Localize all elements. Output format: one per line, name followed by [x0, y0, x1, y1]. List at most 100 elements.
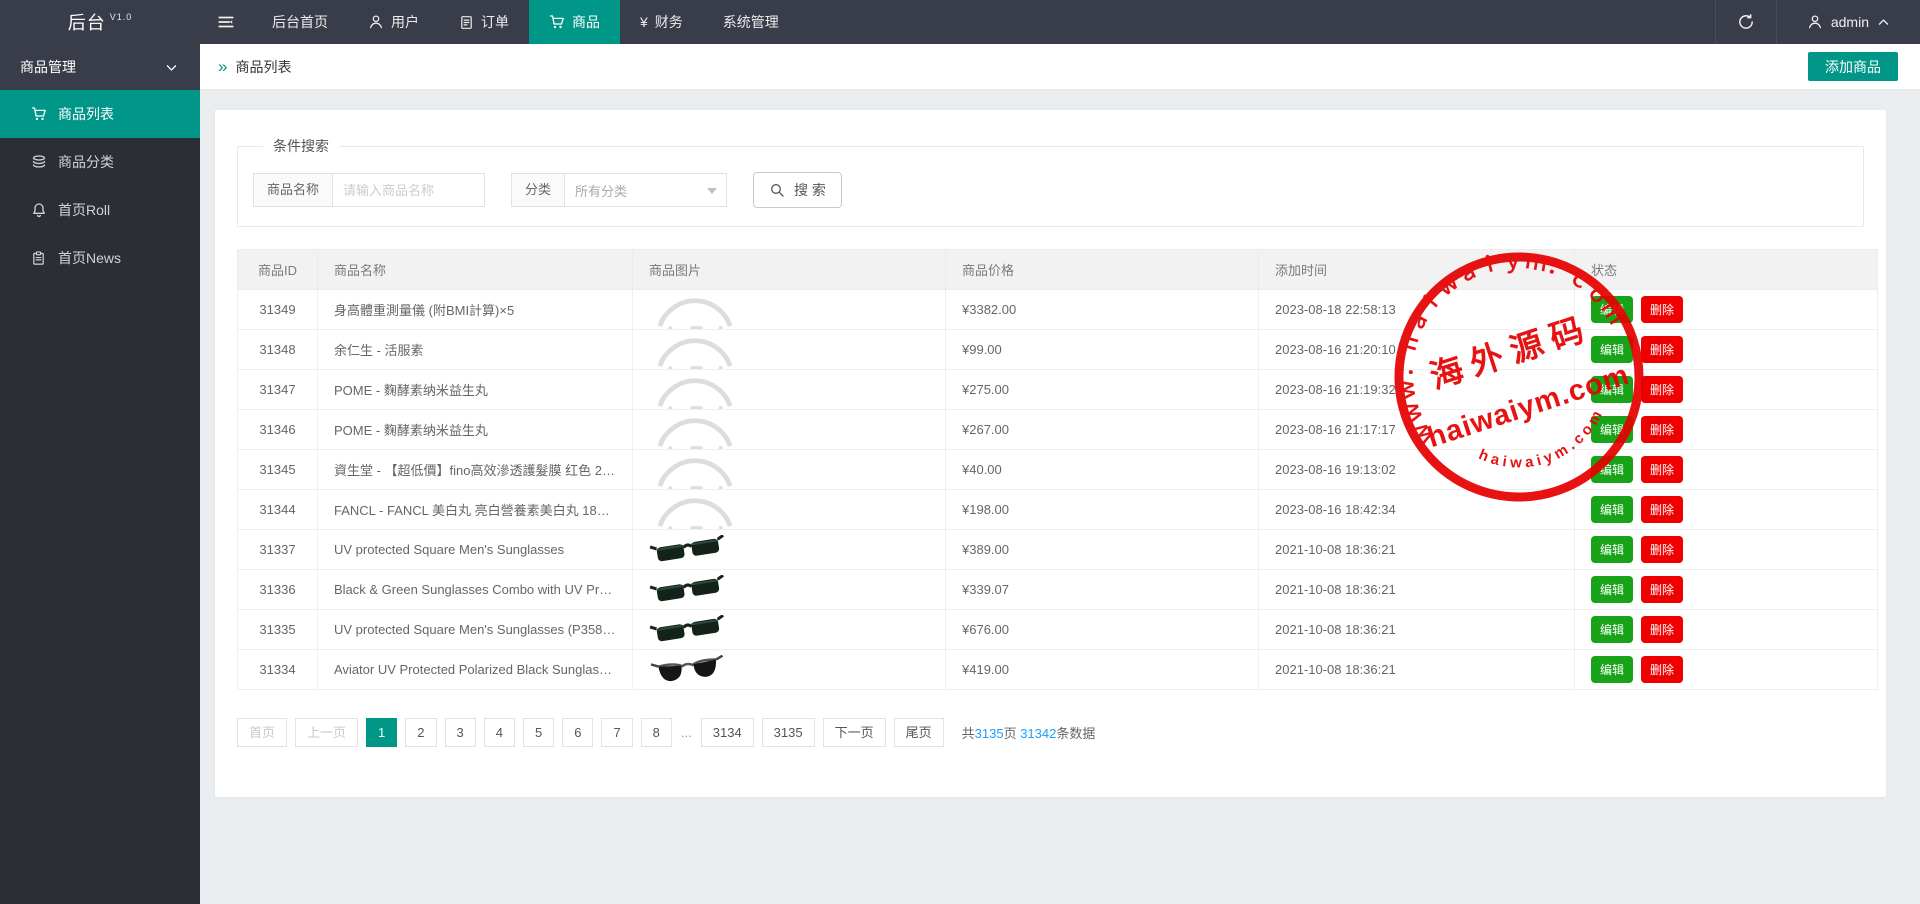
pagination-page-5[interactable]: 5	[523, 718, 554, 747]
top-navbar: 后台 V1.0 后台首页用户订单商品¥财务系统管理 admin	[0, 0, 1920, 44]
product-price: ¥99.00	[946, 330, 1259, 370]
delete-button[interactable]: 删除	[1641, 376, 1683, 403]
sidebar-group-goods-management[interactable]: 商品管理	[0, 44, 200, 90]
product-added-time: 2023-08-18 22:58:13	[1259, 290, 1575, 330]
product-actions: 编辑删除	[1575, 410, 1878, 450]
admin-menu[interactable]: admin	[1777, 0, 1920, 44]
layers-icon	[30, 154, 47, 170]
product-name-input[interactable]	[333, 173, 485, 207]
edit-button[interactable]: 编辑	[1591, 576, 1633, 603]
edit-button[interactable]: 编辑	[1591, 656, 1633, 683]
edit-button[interactable]: 编辑	[1591, 296, 1633, 323]
sidebar: 商品管理 商品列表商品分类首页Roll首页News	[0, 44, 200, 904]
pagination-page-3[interactable]: 3	[445, 718, 476, 747]
table-row: 31334Aviator UV Protected Polarized Blac…	[238, 650, 1878, 690]
delete-button[interactable]: 删除	[1641, 336, 1683, 363]
delete-button[interactable]: 删除	[1641, 536, 1683, 563]
broken-image-placeholder	[649, 410, 929, 449]
product-added-time: 2023-08-16 21:20:10	[1259, 330, 1575, 370]
nav-item-system[interactable]: 系统管理	[703, 0, 799, 44]
delete-button[interactable]: 删除	[1641, 416, 1683, 443]
product-price: ¥339.07	[946, 570, 1259, 610]
delete-button[interactable]: 删除	[1641, 656, 1683, 683]
pagination-page-3134[interactable]: 3134	[701, 718, 754, 747]
product-image-cell	[633, 530, 946, 570]
product-image-cell	[633, 570, 946, 610]
column-header-price: 商品价格	[946, 250, 1259, 290]
table-row: 31349身高體重測量儀 (附BMI計算)×5¥3382.002023-08-1…	[238, 290, 1878, 330]
delete-button[interactable]: 删除	[1641, 496, 1683, 523]
search-legend: 条件搜索	[263, 136, 339, 156]
category-selected-value: 所有分类	[575, 181, 627, 200]
sidebar-item-goods-list[interactable]: 商品列表	[0, 90, 200, 138]
product-price: ¥275.00	[946, 370, 1259, 410]
product-id: 31344	[238, 490, 318, 530]
nav-item-label: 财务	[655, 12, 683, 32]
pagination-page-4[interactable]: 4	[484, 718, 515, 747]
product-name: Black & Green Sunglasses Combo with UV P…	[318, 570, 633, 610]
edit-button[interactable]: 编辑	[1591, 536, 1633, 563]
add-product-button[interactable]: 添加商品	[1808, 52, 1898, 81]
content-card: 条件搜索 商品名称 分类 所有分类 搜 索	[215, 110, 1886, 797]
cart-icon	[549, 14, 565, 30]
delete-button[interactable]: 删除	[1641, 616, 1683, 643]
broken-image-placeholder	[649, 290, 929, 329]
category-select[interactable]: 所有分类	[565, 173, 727, 207]
nav-item-label: 订单	[481, 12, 509, 32]
search-button[interactable]: 搜 索	[753, 172, 842, 208]
broken-image-placeholder	[649, 450, 929, 489]
nav-item-user[interactable]: 用户	[348, 0, 439, 44]
edit-button[interactable]: 编辑	[1591, 456, 1633, 483]
product-name: UV protected Square Men's Sunglasses (P3…	[318, 610, 633, 650]
product-image-cell	[633, 490, 946, 530]
pagination-page-7[interactable]: 7	[601, 718, 632, 747]
pagination-page-1[interactable]: 1	[366, 718, 397, 747]
product-added-time: 2023-08-16 19:13:02	[1259, 450, 1575, 490]
column-header-id: 商品ID	[238, 250, 318, 290]
nav-item-home[interactable]: 后台首页	[252, 0, 348, 44]
refresh-button[interactable]	[1715, 0, 1777, 44]
app-version: V1.0	[110, 12, 133, 22]
pagination-next-button[interactable]: 下一页	[823, 718, 886, 747]
pagination-prev-button: 上一页	[295, 718, 358, 747]
table-row: 31337UV protected Square Men's Sunglasse…	[238, 530, 1878, 570]
edit-button[interactable]: 编辑	[1591, 336, 1633, 363]
user-icon	[1807, 14, 1823, 30]
product-price: ¥267.00	[946, 410, 1259, 450]
pagination-page-8[interactable]: 8	[641, 718, 672, 747]
product-actions: 编辑删除	[1575, 650, 1878, 690]
clipboard-icon	[30, 251, 47, 266]
edit-button[interactable]: 编辑	[1591, 376, 1633, 403]
product-id: 31345	[238, 450, 318, 490]
pagination-last-button[interactable]: 尾页	[894, 718, 944, 747]
breadcrumb: » 商品列表 添加商品	[200, 44, 1920, 90]
pagination-page-2[interactable]: 2	[405, 718, 436, 747]
nav-item-label: 商品	[572, 12, 600, 32]
delete-button[interactable]: 删除	[1641, 576, 1683, 603]
summary-pages-suffix: 页	[1004, 726, 1021, 741]
edit-button[interactable]: 编辑	[1591, 496, 1633, 523]
sidebar-item-home-roll[interactable]: 首页Roll	[0, 186, 200, 234]
pagination-page-3135[interactable]: 3135	[762, 718, 815, 747]
product-actions: 编辑删除	[1575, 530, 1878, 570]
product-name: 資生堂 - 【超低價】fino高效滲透護髮膜 红色 230g...	[318, 450, 633, 490]
nav-item-finance[interactable]: ¥ 财务	[620, 0, 703, 44]
edit-button[interactable]: 编辑	[1591, 416, 1633, 443]
product-image-cell	[633, 450, 946, 490]
sidebar-item-goods-category[interactable]: 商品分类	[0, 138, 200, 186]
nav-item-goods[interactable]: 商品	[529, 0, 620, 44]
delete-button[interactable]: 删除	[1641, 296, 1683, 323]
product-image-cell	[633, 290, 946, 330]
product-actions: 编辑删除	[1575, 290, 1878, 330]
delete-button[interactable]: 删除	[1641, 456, 1683, 483]
navbar-right: admin	[1715, 0, 1920, 44]
yen-icon: ¥	[640, 14, 648, 30]
nav-item-label: 系统管理	[723, 12, 779, 32]
edit-button[interactable]: 编辑	[1591, 616, 1633, 643]
product-actions: 编辑删除	[1575, 330, 1878, 370]
sidebar-toggle-button[interactable]	[200, 0, 252, 44]
sidebar-item-home-news[interactable]: 首页News	[0, 234, 200, 282]
pagination-page-6[interactable]: 6	[562, 718, 593, 747]
product-name: POME - 麴酵素纳米益生丸	[318, 370, 633, 410]
nav-item-order[interactable]: 订单	[439, 0, 529, 44]
